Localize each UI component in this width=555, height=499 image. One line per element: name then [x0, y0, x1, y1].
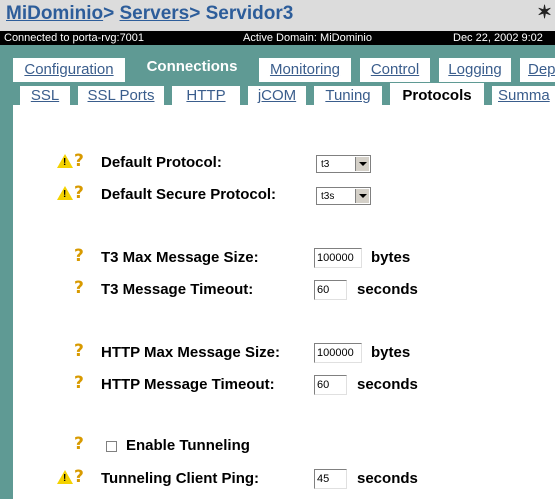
connection-status: Connected to porta-rvg:7001 — [4, 32, 145, 44]
tab-configuration[interactable]: Configuration — [13, 58, 125, 82]
tab-label: Dep — [528, 61, 555, 78]
breadcrumb-servers-link[interactable]: Servers — [120, 3, 190, 24]
tab-control[interactable]: Control — [360, 58, 430, 82]
seconds-unit: seconds — [357, 470, 418, 487]
chevron-down-icon — [355, 189, 369, 203]
tab-label: Configuration — [24, 61, 114, 78]
help-icon[interactable]: ? — [74, 278, 84, 298]
left-border-strip — [0, 105, 13, 499]
chevron-down-icon — [355, 157, 369, 171]
subtab-ssl-ports[interactable]: SSL Ports — [78, 86, 164, 106]
help-icon[interactable]: ? — [74, 434, 84, 454]
tab-label: Monitoring — [269, 61, 341, 78]
subtab-label: Summa — [498, 87, 550, 104]
enable-tunneling-checkbox[interactable] — [106, 441, 117, 452]
seconds-unit: seconds — [357, 281, 418, 298]
default-protocol-value: t3 — [321, 159, 330, 170]
breadcrumb-separator: > — [103, 3, 115, 24]
subtab-label: SSL Ports — [87, 87, 155, 104]
tab-label: Connections — [146, 58, 238, 75]
status-bar: Connected to porta-rvg:7001 Active Domai… — [0, 31, 555, 45]
tab-monitoring[interactable]: Monitoring — [259, 58, 351, 82]
tunneling-client-ping-input[interactable] — [314, 469, 347, 489]
warning-mark: ! — [63, 157, 67, 168]
default-secure-protocol-select[interactable]: t3s — [316, 187, 371, 205]
tab-label: Control — [370, 61, 420, 78]
breadcrumb-separator: > — [189, 3, 201, 24]
warning-mark: ! — [63, 189, 67, 200]
help-icon[interactable]: ? — [74, 151, 84, 171]
enable-tunneling-label: Enable Tunneling — [126, 437, 250, 454]
help-icon[interactable]: ? — [74, 183, 84, 203]
bytes-unit: bytes — [371, 249, 411, 266]
subtab-label: HTTP — [186, 87, 226, 104]
subtab-label: Protocols — [402, 87, 472, 104]
help-icon[interactable]: ? — [74, 341, 84, 361]
help-icon[interactable]: ? — [74, 246, 84, 266]
warning-mark: ! — [63, 473, 67, 484]
tab-label: Logging — [448, 61, 502, 78]
protocols-form: ! ? Default Protocol: t3 ! ? Default Sec… — [13, 105, 555, 499]
http-message-timeout-label: HTTP Message Timeout: — [101, 376, 275, 393]
subtab-label: SSL — [30, 87, 60, 104]
http-max-message-size-input[interactable] — [314, 343, 362, 363]
http-max-message-size-label: HTTP Max Message Size: — [101, 344, 280, 361]
subtab-summary[interactable]: Summa — [492, 86, 555, 106]
subtab-label: Tuning — [325, 87, 371, 104]
breadcrumb: MiDominio> Servers> Servidor3 — [6, 3, 293, 25]
subtab-http[interactable]: HTTP — [172, 86, 240, 106]
tunneling-client-ping-label: Tunneling Client Ping: — [101, 470, 260, 487]
t3-max-message-size-label: T3 Max Message Size: — [101, 249, 259, 266]
tab-connections[interactable]: Connections — [134, 55, 250, 81]
default-protocol-select[interactable]: t3 — [316, 155, 371, 173]
date-status: Dec 22, 2002 9:02 — [453, 32, 543, 44]
subtab-label: jCOM — [257, 87, 297, 104]
subtab-protocols[interactable]: Protocols — [390, 83, 484, 107]
tab-logging[interactable]: Logging — [439, 58, 511, 82]
t3-max-message-size-input[interactable] — [314, 248, 362, 268]
default-protocol-label: Default Protocol: — [101, 154, 222, 171]
corner-icon: ✶ — [537, 2, 553, 22]
t3-message-timeout-input[interactable] — [314, 280, 347, 300]
http-message-timeout-input[interactable] — [314, 375, 347, 395]
subtab-tuning[interactable]: Tuning — [314, 86, 382, 106]
subtab-jcom[interactable]: jCOM — [248, 86, 306, 106]
title-bar: MiDominio> Servers> Servidor3 ✶ — [0, 0, 555, 31]
tab-deployments[interactable]: Dep — [520, 58, 555, 82]
help-icon[interactable]: ? — [74, 373, 84, 393]
default-secure-protocol-value: t3s — [321, 191, 335, 202]
default-secure-protocol-label: Default Secure Protocol: — [101, 186, 277, 203]
seconds-unit: seconds — [357, 376, 418, 393]
active-domain-status: Active Domain: MiDominio — [243, 32, 372, 44]
breadcrumb-current-server: Servidor3 — [205, 3, 294, 24]
breadcrumb-domain-link[interactable]: MiDominio — [6, 3, 103, 24]
help-icon[interactable]: ? — [74, 467, 84, 487]
t3-message-timeout-label: T3 Message Timeout: — [101, 281, 254, 298]
subtab-ssl[interactable]: SSL — [20, 86, 70, 106]
bytes-unit: bytes — [371, 344, 411, 361]
